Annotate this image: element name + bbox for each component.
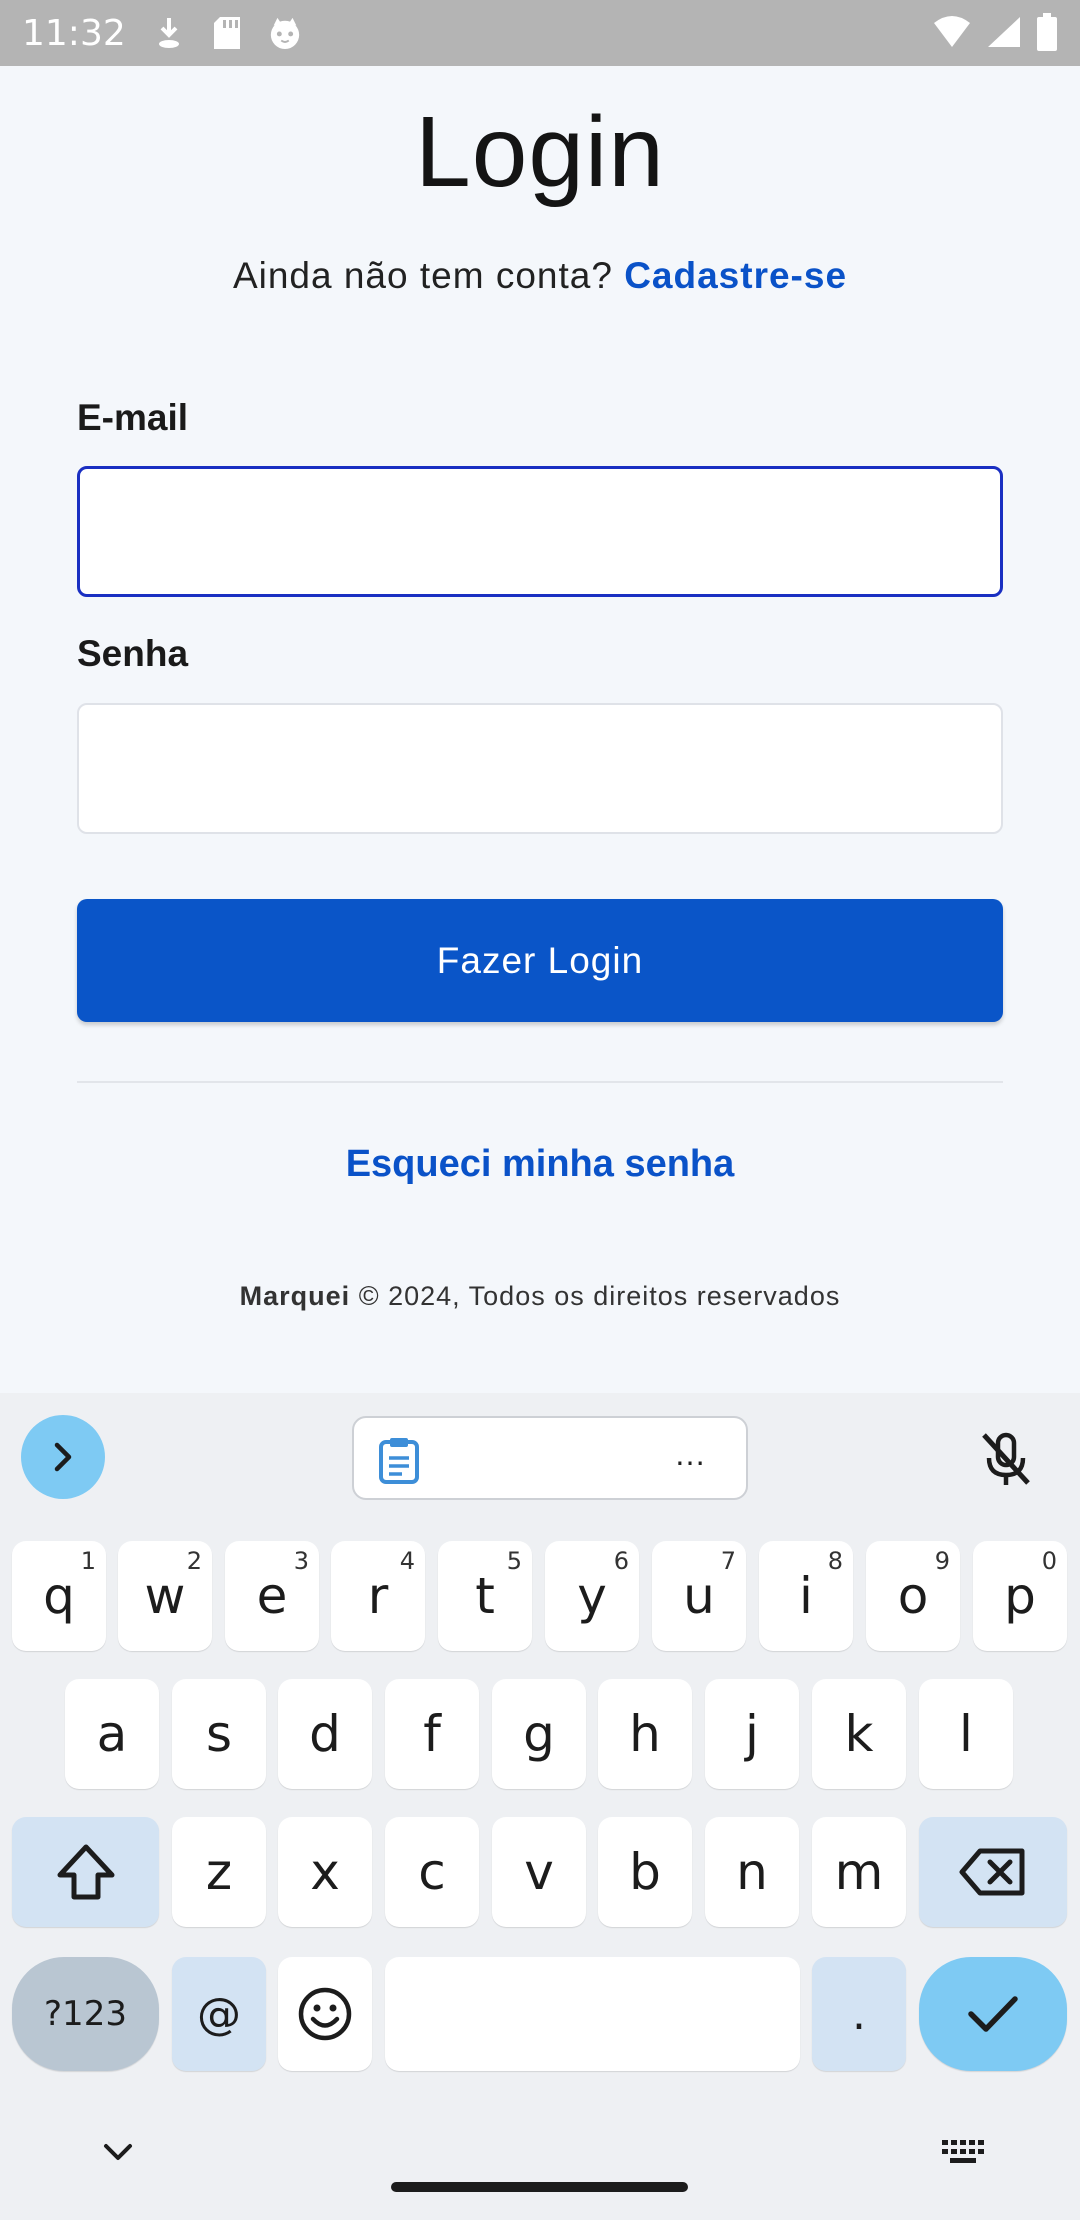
soft-keyboard: … [0,1393,1080,2220]
key-label: e [256,1567,288,1625]
key-n[interactable]: n [705,1817,799,1927]
space-key[interactable] [385,1957,800,2071]
key-f[interactable]: f [385,1679,479,1789]
key-label: t [475,1567,495,1625]
login-button[interactable]: Fazer Login [77,899,1003,1022]
key-label: r [367,1567,389,1625]
key-l[interactable]: l [919,1679,1013,1789]
key-g[interactable]: g [492,1679,586,1789]
at-key[interactable]: @ [172,1957,266,2071]
key-hint: 7 [720,1547,736,1575]
signup-prompt: Ainda não tem conta? Cadastre-se [0,255,1080,297]
footer-brand: Marquei [239,1281,351,1311]
signal-icon [986,12,1022,52]
backspace-key[interactable] [919,1817,1067,1927]
key-hint: 3 [293,1547,309,1575]
key-label: i [799,1567,813,1625]
battery-icon [1036,12,1058,52]
key-w[interactable]: w2 [118,1541,212,1651]
key-hint: 1 [80,1547,96,1575]
chevron-right-icon[interactable] [21,1415,105,1499]
sd-card-icon [210,13,244,53]
key-y[interactable]: y6 [545,1541,639,1651]
clipboard-more: … [674,1436,706,1472]
key-m[interactable]: m [812,1817,906,1927]
key-u[interactable]: u7 [652,1541,746,1651]
key-q[interactable]: q1 [12,1541,106,1651]
key-label: q [43,1567,75,1625]
no-account-text: Ainda não tem conta? [232,255,613,296]
key-z[interactable]: z [172,1817,266,1927]
shift-key[interactable] [12,1817,159,1927]
status-bar: 11:32 [0,0,1080,66]
key-k[interactable]: k [812,1679,906,1789]
clipboard-suggestion[interactable]: … [352,1416,748,1500]
shift-icon [57,1844,114,1900]
key-hint: 9 [934,1547,950,1575]
key-a[interactable]: a [65,1679,159,1789]
emoji-key[interactable] [278,1957,372,2071]
key-b[interactable]: b [598,1817,692,1927]
key-hint: 6 [613,1547,629,1575]
key-hint: 8 [827,1547,843,1575]
key-hint: 4 [399,1547,415,1575]
symbols-key[interactable]: ?123 [12,1957,159,2071]
key-label: p [1004,1567,1036,1625]
key-label: y [577,1567,607,1625]
chevron-down-icon[interactable] [96,2137,140,2167]
emoji-icon [298,1987,352,2041]
key-h[interactable]: h [598,1679,692,1789]
key-c[interactable]: c [385,1817,479,1927]
footer: Marquei © 2024, Todos os direitos reserv… [0,1281,1080,1312]
key-t[interactable]: t5 [438,1541,532,1651]
divider [77,1081,1003,1083]
enter-key[interactable] [919,1957,1067,2071]
page-title: Login [415,96,665,208]
email-field[interactable] [77,466,1003,597]
keyboard-icon[interactable] [940,2137,986,2167]
key-p[interactable]: p0 [973,1541,1067,1651]
password-label: Senha [77,633,189,674]
period-key[interactable]: . [812,1957,906,2071]
key-label: o [897,1567,929,1625]
home-indicator[interactable] [391,2182,688,2192]
check-icon [968,1996,1018,2032]
key-i[interactable]: i8 [759,1541,853,1651]
key-j[interactable]: j [705,1679,799,1789]
key-s[interactable]: s [172,1679,266,1789]
key-hint: 0 [1041,1547,1057,1575]
key-e[interactable]: e3 [225,1541,319,1651]
signup-link[interactable]: Cadastre-se [624,255,847,296]
backspace-icon [959,1848,1025,1896]
download-icon [152,13,186,53]
key-x[interactable]: x [278,1817,372,1927]
wifi-icon [932,12,972,52]
key-label: u [683,1567,715,1625]
status-time: 11:32 [22,12,126,54]
key-v[interactable]: v [492,1817,586,1927]
footer-copyright: © 2024, Todos os direitos reservados [350,1281,841,1311]
clipboard-icon [378,1436,420,1484]
email-label: E-mail [77,397,189,438]
key-hint: 5 [506,1547,522,1575]
password-field[interactable] [77,703,1003,834]
cat-face-icon [268,13,302,53]
key-r[interactable]: r4 [331,1541,425,1651]
key-label: w [144,1567,186,1625]
mic-off-icon[interactable] [978,1429,1034,1489]
key-d[interactable]: d [278,1679,372,1789]
forgot-password-link[interactable]: Esqueci minha senha [0,1143,1080,1186]
key-hint: 2 [186,1547,202,1575]
key-o[interactable]: o9 [866,1541,960,1651]
